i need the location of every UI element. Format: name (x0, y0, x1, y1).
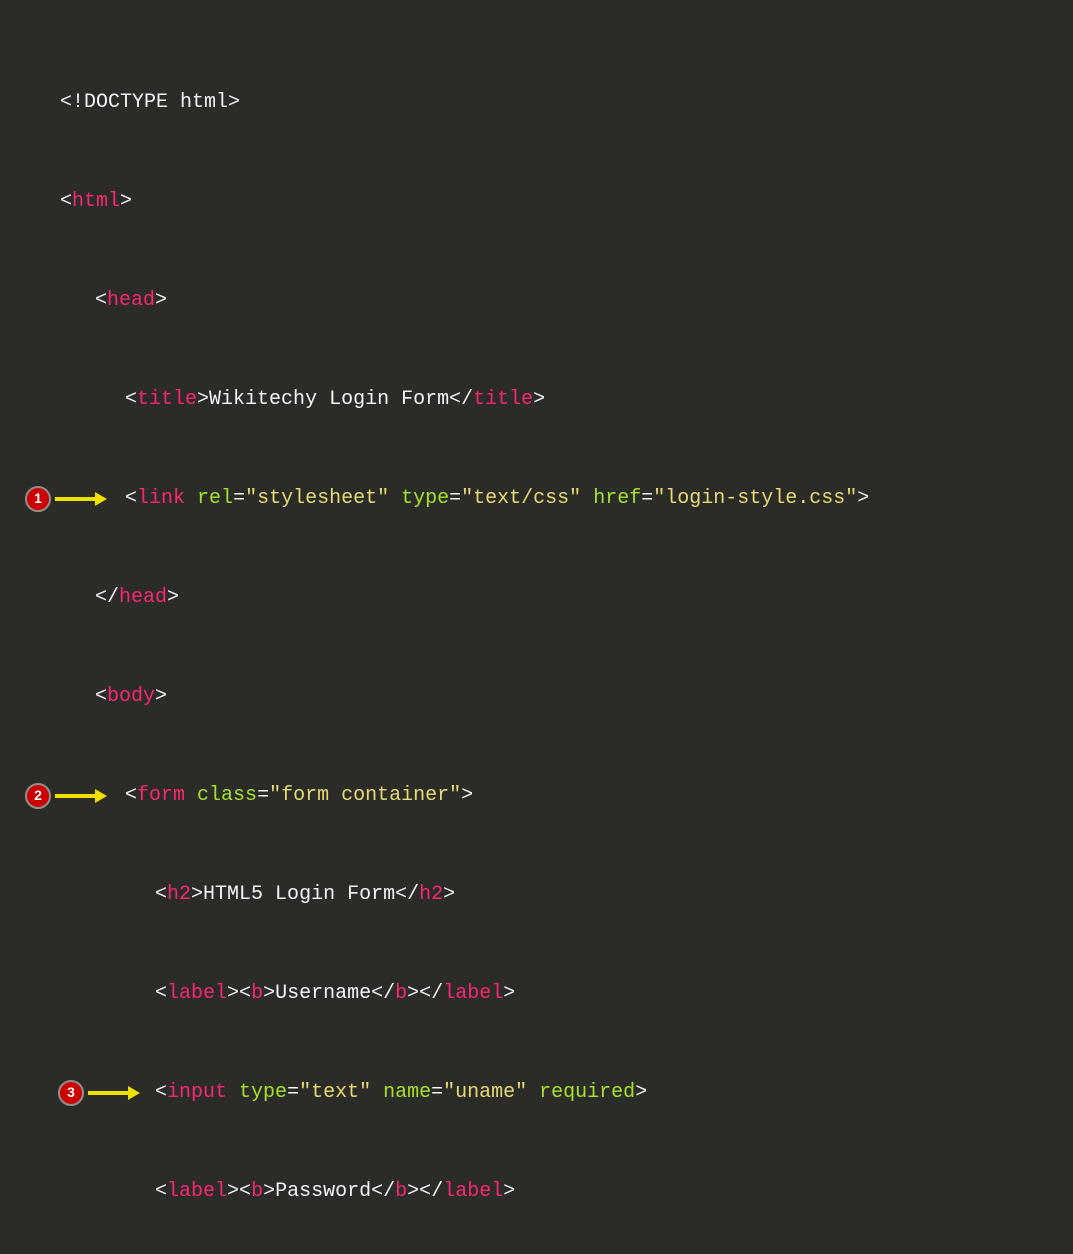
code-line: <!DOCTYPE html> (10, 86, 1063, 119)
badge-2: 2 (25, 783, 51, 809)
annotation-2: 2 (25, 783, 107, 809)
annotation-1: 1 (25, 486, 107, 512)
badge-3: 3 (58, 1080, 84, 1106)
arrow-icon (88, 1086, 140, 1100)
badge-1: 1 (25, 486, 51, 512)
arrow-icon (55, 492, 107, 506)
code-line: <body> (10, 680, 1063, 713)
annotation-3: 3 (58, 1080, 140, 1106)
code-line: <label><b>Password</b></label> (10, 1175, 1063, 1208)
code-line-annotated: 3<input type="text" name="uname" require… (10, 1076, 1063, 1109)
code-block: <!DOCTYPE html> <html> <head> <title>Wik… (10, 20, 1063, 1254)
code-line: <head> (10, 284, 1063, 317)
code-line: <title>Wikitechy Login Form</title> (10, 383, 1063, 416)
code-line: <h2>HTML5 Login Form</h2> (10, 878, 1063, 911)
code-line: <label><b>Username</b></label> (10, 977, 1063, 1010)
arrow-icon (55, 789, 107, 803)
code-line-annotated: 2<form class="form container"> (10, 779, 1063, 812)
code-line-annotated: 1<link rel="stylesheet" type="text/css" … (10, 482, 1063, 515)
code-line: <html> (10, 185, 1063, 218)
code-line: </head> (10, 581, 1063, 614)
